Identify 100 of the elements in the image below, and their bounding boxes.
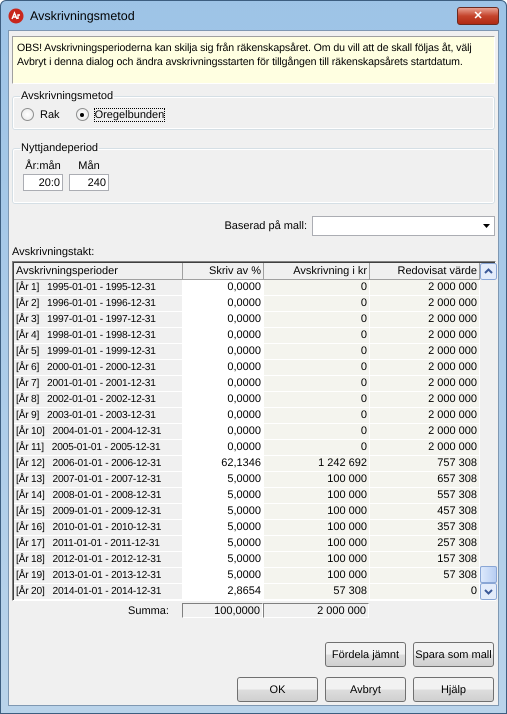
table-cell: 100 000 [264,568,370,584]
group-title: Avskrivningsmetod [20,90,114,102]
table-cell: [År 14] 2008-01-01 - 2008-12-31 [14,488,183,504]
table-cell: 757 308 [370,456,480,472]
table-cell[interactable]: 0,0000 [183,392,264,408]
table-cell: 0 [264,360,370,376]
table-cell: [År 4] 1998-01-01 - 1998-12-31 [14,328,183,344]
table-cell: 100 000 [264,520,370,536]
table-cell: 2 000 000 [370,280,480,296]
table-cell[interactable]: 0,0000 [183,328,264,344]
table-cell: 1 242 692 [264,456,370,472]
dialog-button[interactable]: OK [237,677,318,702]
table-cell: [År 6] 2000-01-01 - 2000-12-31 [14,360,183,376]
column-header[interactable]: Skriv av % [183,263,264,280]
table-cell: 0 [264,376,370,392]
table-cell[interactable]: 0,0000 [183,360,264,376]
column-header[interactable]: Avskrivningsperioder [14,263,183,280]
table-cell[interactable]: 0,0000 [183,296,264,312]
table-cell: [År 3] 1997-01-01 - 1997-12-31 [14,312,183,328]
table-cell: 57 308 [264,584,370,600]
table-cell: [År 12] 2006-01-01 - 2006-12-31 [14,456,183,472]
table-cell[interactable]: 0,0000 [183,312,264,328]
scroll-down-icon[interactable] [480,583,497,600]
scrollbar[interactable] [480,263,497,600]
table-cell: 0 [264,344,370,360]
table-cell: [År 5] 1999-01-01 - 1999-12-31 [14,344,183,360]
table-cell[interactable]: 0,0000 [183,440,264,456]
scroll-thumb[interactable] [480,566,497,583]
table-cell: 0 [264,328,370,344]
field-label: År:mån [25,160,61,172]
dialog-button[interactable]: Avbryt [325,677,406,702]
table-cell: 100 000 [264,552,370,568]
table-cell: 0 [264,392,370,408]
table-cell: [År 7] 2001-01-01 - 2001-12-31 [14,376,183,392]
table-cell[interactable]: 2,8654 [183,584,264,600]
dialog-button[interactable]: Hjälp [413,677,494,702]
input-field[interactable]: 240 [69,174,109,191]
table-cell: 0 [264,408,370,424]
table-cell: 0 [264,440,370,456]
table-cell: [År 8] 2002-01-01 - 2002-12-31 [14,392,183,408]
table-cell: [År 16] 2010-01-01 - 2010-12-31 [14,520,183,536]
table-cell[interactable]: 5,0000 [183,504,264,520]
close-button[interactable]: ✕ [457,6,499,24]
table-cell[interactable]: 0,0000 [183,408,264,424]
table-cell: 2 000 000 [370,360,480,376]
table-cell[interactable]: 5,0000 [183,552,264,568]
table-cell: 457 308 [370,504,480,520]
field-label: Mån [78,160,100,172]
table-cell: 0 [370,584,480,600]
action-button[interactable]: Spara som mall [413,642,494,667]
table-cell: 257 308 [370,536,480,552]
table-cell: [År 9] 2003-01-01 - 2003-12-31 [14,408,183,424]
table-cell[interactable]: 5,0000 [183,520,264,536]
table-cell: 2 000 000 [370,408,480,424]
table-cell: 0 [264,312,370,328]
table-cell: [År 19] 2013-01-01 - 2013-12-31 [14,568,183,584]
template-dropdown[interactable] [312,216,495,236]
table-cell[interactable]: 5,0000 [183,568,264,584]
table-cell: 2 000 000 [370,312,480,328]
table-cell: [År 2] 1996-01-01 - 1996-12-31 [14,296,183,312]
table-cell[interactable]: 0,0000 [183,376,264,392]
sum-value: 100,0000 [182,603,263,618]
table-cell: 2 000 000 [370,296,480,312]
table-label: Avskrivningstakt: [12,246,96,258]
table-cell: 357 308 [370,520,480,536]
table-cell[interactable]: 0,0000 [183,280,264,296]
table-cell: 657 308 [370,472,480,488]
table-cell: 2 000 000 [370,440,480,456]
app-logo-icon [8,8,24,24]
column-header[interactable]: Avskrivning i kr [264,263,370,280]
scroll-up-icon[interactable] [480,263,497,280]
table-cell: 0 [264,280,370,296]
table-cell[interactable]: 0,0000 [183,344,264,360]
table-cell: 57 308 [370,568,480,584]
table-cell: [År 1] 1995-01-01 - 1995-12-31 [14,280,183,296]
table-cell[interactable]: 5,0000 [183,536,264,552]
table-cell: [År 17] 2011-01-01 - 2011-12-31 [14,536,183,552]
radio-button[interactable] [21,108,34,121]
table-cell: 2 000 000 [370,424,480,440]
dropdown-arrow-icon [483,224,490,228]
table-cell: [År 10] 2004-01-01 - 2004-12-31 [14,424,183,440]
radio-label[interactable]: Rak [40,108,60,120]
action-button[interactable]: Fördela jämnt [325,642,406,667]
table-cell: 100 000 [264,536,370,552]
input-field[interactable]: 20:0 [23,174,63,191]
window-title: Avskrivningsmetod [30,8,135,22]
radio-button[interactable] [76,108,89,121]
table-cell[interactable]: 0,0000 [183,424,264,440]
table-cell[interactable]: 5,0000 [183,472,264,488]
radio-label[interactable]: Oregelbunden [94,108,164,120]
table-cell: [År 18] 2012-01-01 - 2012-12-31 [14,552,183,568]
table-cell: [År 20] 2014-01-01 - 2014-12-31 [14,584,183,600]
field-label: Baserad på mall: [224,220,307,232]
table-cell[interactable]: 5,0000 [183,488,264,504]
table-cell: [År 11] 2005-01-01 - 2005-12-31 [14,440,183,456]
column-header[interactable]: Redovisat värde [370,263,480,280]
table-cell: [År 15] 2009-01-01 - 2009-12-31 [14,504,183,520]
sum-value: 2 000 000 [263,603,369,618]
table-cell[interactable]: 62,1346 [183,456,264,472]
table-cell: 557 308 [370,488,480,504]
